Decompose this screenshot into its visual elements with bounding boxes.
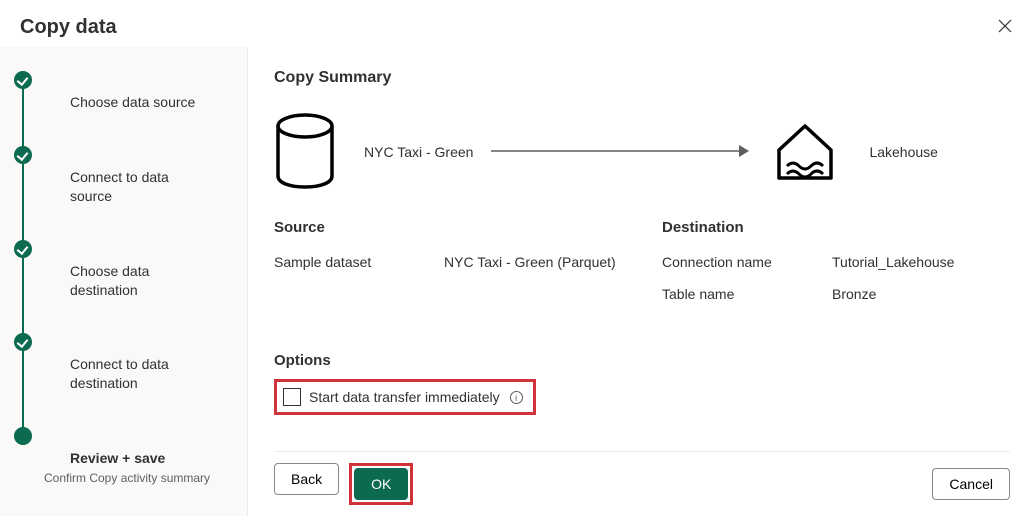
step-label: Choose data source xyxy=(44,71,221,112)
step-label: Review + save xyxy=(44,427,210,468)
step-choose-data-destination[interactable]: Choose data destination xyxy=(14,240,233,334)
step-label: Connect to data source xyxy=(44,146,233,206)
dialog-header: Copy data xyxy=(0,0,1036,47)
start-transfer-checkbox[interactable] xyxy=(283,388,301,406)
kv-key: Connection name xyxy=(662,254,832,270)
source-icon-group: NYC Taxi - Green xyxy=(274,113,473,191)
kv-value: Tutorial_Lakehouse xyxy=(832,254,954,270)
step-sublabel: Confirm Copy activity summary xyxy=(44,470,210,486)
kv-value: NYC Taxi - Green (Parquet) xyxy=(444,254,616,270)
source-diagram-label: NYC Taxi - Green xyxy=(364,144,473,160)
options-section: Options Start data transfer immediately … xyxy=(274,352,1010,415)
step-connect-to-data-destination[interactable]: Connect to data destination xyxy=(14,333,233,427)
x-icon xyxy=(997,18,1013,34)
dialog-body: Choose data source Connect to data sourc… xyxy=(0,47,1036,516)
kv-connection-name: Connection name Tutorial_Lakehouse xyxy=(662,254,1010,270)
database-icon xyxy=(274,113,336,191)
dialog-footer: Back OK Cancel xyxy=(274,451,1010,516)
step-label: Connect to data destination xyxy=(44,333,233,393)
wizard-sidebar: Choose data source Connect to data sourc… xyxy=(0,47,248,516)
options-highlight: Start data transfer immediately i xyxy=(274,379,536,415)
kv-table-name: Table name Bronze xyxy=(662,286,1010,302)
lakehouse-icon xyxy=(769,116,841,188)
ok-button[interactable]: OK xyxy=(354,468,408,500)
kv-key: Sample dataset xyxy=(274,254,444,270)
kv-value: Bronze xyxy=(832,286,876,302)
source-heading: Source xyxy=(274,219,622,236)
step-label: Choose data destination xyxy=(44,240,233,300)
check-icon xyxy=(14,71,32,89)
summary-details: Source Sample dataset NYC Taxi - Green (… xyxy=(274,219,1010,318)
start-transfer-label: Start data transfer immediately xyxy=(309,389,500,405)
footer-right: Cancel xyxy=(932,457,1010,511)
footer-left: Back OK xyxy=(274,452,413,516)
check-icon xyxy=(14,146,32,164)
ok-highlight: OK xyxy=(349,463,413,505)
kv-sample-dataset: Sample dataset NYC Taxi - Green (Parquet… xyxy=(274,254,622,270)
options-heading: Options xyxy=(274,352,1010,369)
step-review-save[interactable]: Review + save Confirm Copy activity summ… xyxy=(14,427,233,486)
destination-icon-group: Lakehouse xyxy=(769,116,938,188)
step-choose-data-source[interactable]: Choose data source xyxy=(14,71,233,146)
current-step-icon xyxy=(14,427,32,445)
info-icon[interactable]: i xyxy=(510,391,523,404)
destination-heading: Destination xyxy=(662,219,1010,236)
back-button[interactable]: Back xyxy=(274,463,339,495)
kv-key: Table name xyxy=(662,286,832,302)
cancel-button[interactable]: Cancel xyxy=(932,468,1010,500)
step-connect-to-data-source[interactable]: Connect to data source xyxy=(14,146,233,240)
copy-summary-heading: Copy Summary xyxy=(274,69,1010,87)
close-icon[interactable] xyxy=(994,17,1016,39)
dialog-title: Copy data xyxy=(20,16,117,39)
copy-data-dialog: Copy data Choose data source Connect to … xyxy=(0,0,1036,516)
source-column: Source Sample dataset NYC Taxi - Green (… xyxy=(274,219,622,318)
main-panel: Copy Summary NYC Taxi - Green xyxy=(248,47,1036,516)
arrow-icon xyxy=(491,144,751,161)
check-icon xyxy=(14,240,32,258)
check-icon xyxy=(14,333,32,351)
destination-diagram-label: Lakehouse xyxy=(869,144,938,160)
destination-column: Destination Connection name Tutorial_Lak… xyxy=(662,219,1010,318)
summary-diagram: NYC Taxi - Green Lakehouse xyxy=(274,113,1010,191)
